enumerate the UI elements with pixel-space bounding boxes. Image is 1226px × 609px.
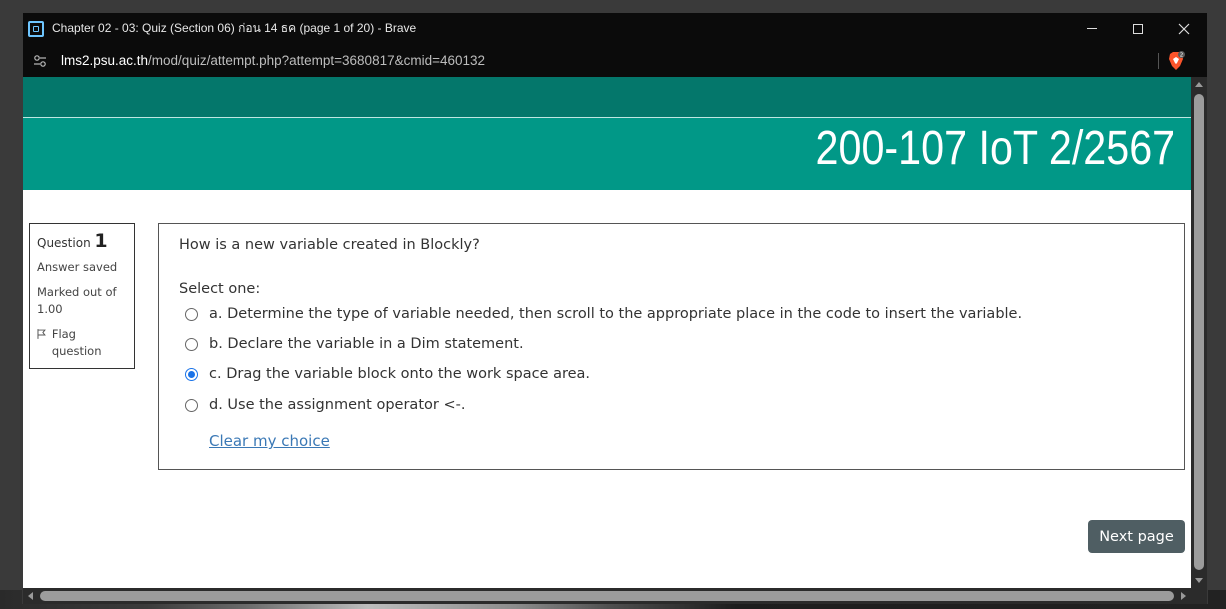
horizontal-scrollbar[interactable] (23, 588, 1191, 604)
page-viewport: 200-107 IoT 2/2567 Question 1 Answer sav… (23, 77, 1191, 588)
address-divider (1158, 53, 1159, 69)
clear-my-choice-link[interactable]: Clear my choice (209, 432, 330, 450)
horizontal-scroll-thumb[interactable] (40, 591, 1174, 601)
close-icon (1178, 23, 1190, 34)
brave-badge-count: 2 (1180, 53, 1184, 59)
scroll-up-icon[interactable] (1195, 82, 1203, 87)
answer-d-radio[interactable] (185, 398, 198, 412)
scrollbar-corner (1191, 588, 1207, 604)
flag-icon (37, 329, 46, 339)
scroll-right-icon[interactable] (1181, 592, 1186, 600)
answer-a-label[interactable]: a. Determine the type of variable needed… (209, 306, 1022, 322)
scroll-left-icon[interactable] (28, 592, 33, 600)
answer-c-radio[interactable] (185, 367, 198, 381)
vertical-scrollbar[interactable] (1191, 77, 1207, 588)
tune-icon (34, 54, 46, 67)
flag-question-label: Flag question (51, 327, 102, 358)
question-label: Question (37, 236, 91, 250)
answer-option-c[interactable]: c. Drag the variable block onto the work… (185, 366, 590, 382)
select-one-prompt: Select one: (179, 281, 261, 297)
maximize-button[interactable] (1115, 13, 1161, 44)
window-controls (1069, 13, 1207, 44)
answer-b-label[interactable]: b. Declare the variable in a Dim stateme… (209, 336, 524, 352)
banner-top-strip (23, 77, 1191, 117)
tab-favicon-icon (28, 20, 44, 37)
question-grade: Marked out of 1.00 (37, 285, 117, 316)
course-title: 200-107 IoT 2/2567 (815, 122, 1175, 175)
browser-window: Chapter 02 - 03: Quiz (Section 06) ก่อน … (22, 12, 1208, 604)
window-title: Chapter 02 - 03: Quiz (Section 06) ก่อน … (52, 21, 417, 35)
maximize-icon (1133, 23, 1143, 34)
next-page-button[interactable]: Next page (1088, 520, 1185, 553)
url-path: /mod/quiz/attempt.php?attempt=3680817&cm… (148, 53, 486, 68)
title-bar: Chapter 02 - 03: Quiz (Section 06) ก่อน … (23, 13, 1207, 44)
question-state: Answer saved (37, 260, 118, 274)
minimize-button[interactable] (1069, 13, 1115, 44)
url-host: lms2.psu.ac.th (61, 53, 149, 68)
url-field[interactable]: lms2.psu.ac.th/mod/quiz/attempt.php?atte… (61, 53, 485, 68)
close-button[interactable] (1161, 13, 1207, 44)
question-content-box: How is a new variable created in Blockly… (158, 223, 1185, 470)
answer-option-d[interactable]: d. Use the assignment operator <-. (185, 397, 465, 413)
answer-d-label[interactable]: d. Use the assignment operator <-. (209, 397, 465, 413)
vertical-scroll-thumb[interactable] (1194, 94, 1204, 570)
answer-option-a[interactable]: a. Determine the type of variable needed… (185, 306, 1022, 322)
site-info-icon[interactable] (33, 54, 47, 68)
answer-option-b[interactable]: b. Declare the variable in a Dim stateme… (185, 336, 524, 352)
answer-b-radio[interactable] (185, 337, 198, 351)
question-info-box: Question 1 Answer saved Marked out of 1.… (29, 223, 135, 369)
brave-shields-button[interactable]: 2 (1167, 51, 1185, 71)
flag-question-button[interactable]: Flag question (37, 326, 128, 360)
brave-lion-icon: 2 (1169, 51, 1185, 70)
address-bar: lms2.psu.ac.th/mod/quiz/attempt.php?atte… (23, 44, 1207, 77)
scroll-down-icon[interactable] (1195, 578, 1203, 583)
question-number: 1 (94, 230, 108, 252)
question-text: How is a new variable created in Blockly… (179, 237, 480, 253)
minimize-icon (1087, 28, 1097, 29)
answer-c-label[interactable]: c. Drag the variable block onto the work… (209, 366, 590, 382)
answer-a-radio[interactable] (185, 307, 198, 321)
